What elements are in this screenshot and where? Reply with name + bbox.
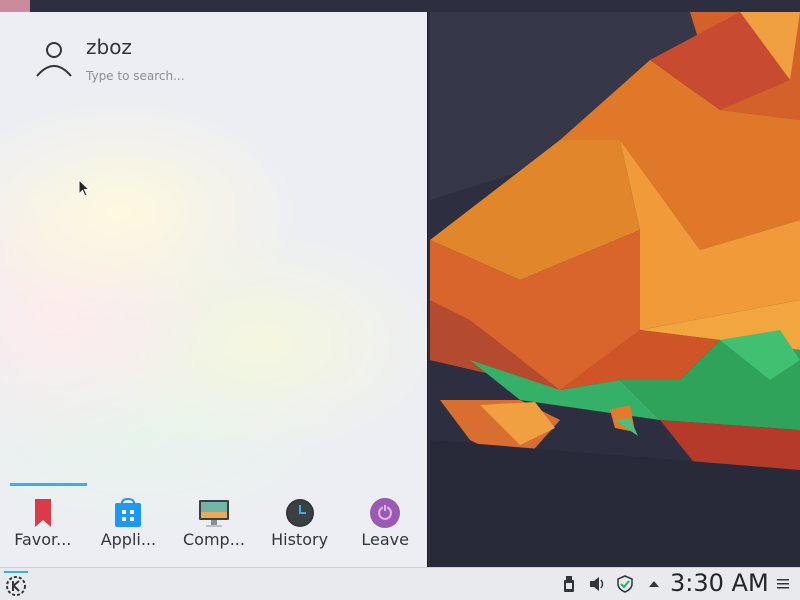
clock-icon: [285, 499, 314, 527]
shield-update-icon[interactable]: [616, 575, 634, 593]
active-launcher-indicator: [4, 571, 28, 573]
taskbar: 3:30 AM: [0, 567, 800, 600]
mouse-cursor-icon: [78, 179, 91, 197]
user-avatar-icon[interactable]: [32, 38, 76, 82]
user-name: zboz: [86, 35, 132, 59]
tab-label: Leave: [361, 530, 409, 549]
tab-applications[interactable]: Appli...: [86, 492, 172, 562]
kde-logo-icon: [6, 576, 26, 596]
search-input[interactable]: [86, 67, 386, 85]
bookmark-icon: [34, 499, 51, 527]
volume-icon[interactable]: [588, 575, 606, 593]
usb-device-icon[interactable]: [560, 575, 578, 593]
tab-favorites[interactable]: Favor...: [0, 492, 86, 562]
applications-icon: [115, 497, 142, 527]
power-icon: [370, 498, 401, 528]
tab-label: Favor...: [14, 530, 72, 549]
tab-label: Appli...: [100, 530, 157, 549]
application-launcher: zboz Favor... Appli...: [0, 12, 428, 567]
application-menu-button[interactable]: [4, 571, 28, 597]
active-tab-indicator: [10, 483, 87, 486]
computer-icon: [198, 500, 229, 527]
panel-options-icon[interactable]: [777, 578, 789, 590]
desktop-top-strip: [0, 0, 30, 12]
launcher-tabs: Favor... Appli... Comp... History Leave: [0, 492, 428, 562]
tab-label: History: [271, 530, 329, 549]
tab-leave[interactable]: Leave: [342, 492, 428, 562]
tab-computer[interactable]: Comp...: [171, 492, 257, 562]
tab-label: Comp...: [183, 530, 245, 549]
tab-history[interactable]: History: [257, 492, 343, 562]
expand-tray-icon[interactable]: [645, 575, 663, 593]
digital-clock[interactable]: 3:30 AM: [670, 569, 769, 597]
